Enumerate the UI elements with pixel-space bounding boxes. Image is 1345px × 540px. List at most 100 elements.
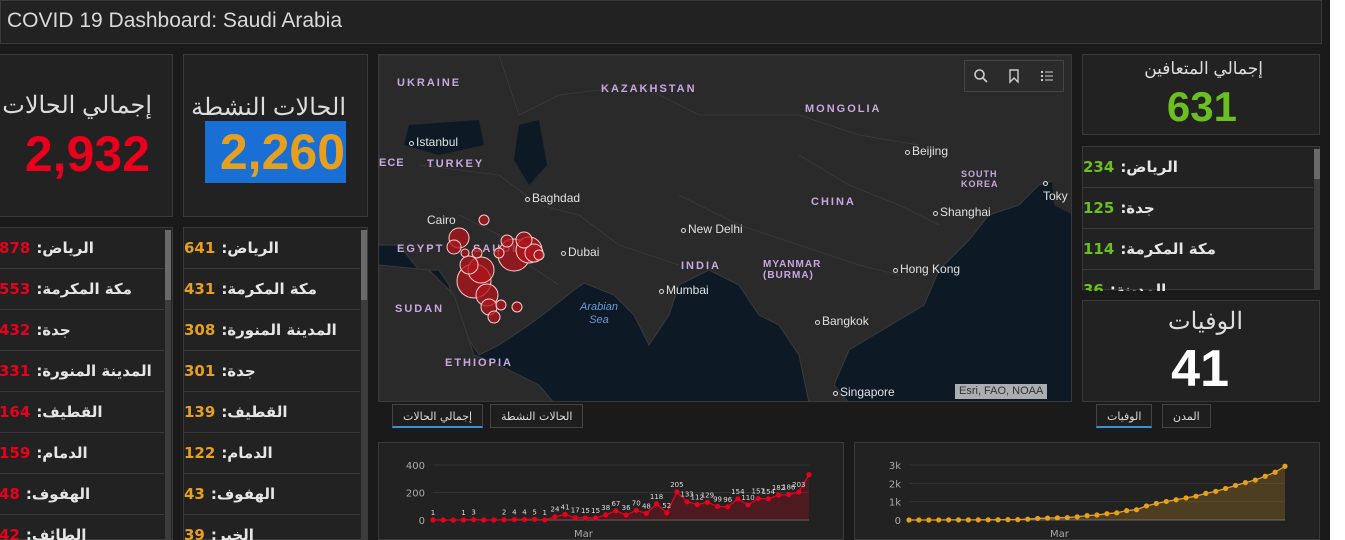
data-point[interactable] xyxy=(1025,516,1031,522)
data-point[interactable] xyxy=(955,517,962,523)
data-point[interactable] xyxy=(450,517,456,523)
data-point[interactable] xyxy=(1054,515,1061,521)
data-point[interactable] xyxy=(1213,488,1219,494)
data-point[interactable] xyxy=(460,517,467,523)
data-point[interactable] xyxy=(532,516,538,522)
region-row[interactable]: مكة المكرمة: 114 xyxy=(1083,229,1313,270)
data-point[interactable] xyxy=(1193,493,1199,499)
data-point[interactable] xyxy=(562,511,568,517)
active-cases-scroll-thumb[interactable] xyxy=(361,230,367,300)
region-row[interactable]: القطيف: 139 xyxy=(184,392,360,433)
data-point[interactable] xyxy=(796,489,802,495)
data-point[interactable] xyxy=(1163,498,1169,505)
data-point[interactable] xyxy=(745,502,751,508)
data-point[interactable] xyxy=(1074,514,1080,520)
region-row[interactable]: الطائف: 42 xyxy=(0,515,164,540)
data-point[interactable] xyxy=(633,507,639,513)
data-point[interactable] xyxy=(471,516,477,523)
data-point[interactable] xyxy=(1094,512,1100,518)
tab-total-cases[interactable]: إجمالي الحالات xyxy=(392,404,484,428)
data-point[interactable] xyxy=(491,517,497,523)
data-point[interactable] xyxy=(613,508,619,514)
data-point[interactable] xyxy=(603,512,609,518)
region-row[interactable]: المدينة: 36 xyxy=(1083,270,1313,291)
data-point[interactable] xyxy=(582,515,589,521)
data-point[interactable] xyxy=(511,516,517,523)
bookmark-icon[interactable] xyxy=(1003,65,1025,87)
region-row[interactable]: الرياض: 641 xyxy=(184,228,360,269)
map-attribution[interactable]: Esri, FAO, NOAA xyxy=(955,384,1048,399)
data-point[interactable] xyxy=(1183,495,1189,501)
region-row[interactable]: الهفوف: 48 xyxy=(0,474,164,515)
data-point[interactable] xyxy=(674,489,680,495)
data-point[interactable] xyxy=(643,510,650,516)
region-row[interactable]: جدة: 432 xyxy=(0,310,164,351)
data-point[interactable] xyxy=(916,517,922,523)
region-row[interactable]: الرياض: 878 xyxy=(0,228,164,269)
data-point[interactable] xyxy=(623,512,629,518)
recovered-scroll-thumb[interactable] xyxy=(1314,149,1320,179)
tab-cities[interactable]: المدن xyxy=(1162,404,1211,428)
data-point[interactable] xyxy=(735,496,741,502)
data-point[interactable] xyxy=(1252,477,1258,483)
data-point[interactable] xyxy=(906,517,912,523)
data-point[interactable] xyxy=(945,517,952,523)
data-point[interactable] xyxy=(704,499,710,505)
data-point[interactable] xyxy=(440,517,446,523)
data-point[interactable] xyxy=(1124,508,1130,514)
data-point[interactable] xyxy=(806,472,812,478)
data-point[interactable] xyxy=(995,517,1001,523)
data-point[interactable] xyxy=(926,517,932,523)
region-row[interactable]: الدمام: 122 xyxy=(184,433,360,474)
data-point[interactable] xyxy=(1242,480,1249,486)
data-point[interactable] xyxy=(592,515,599,521)
data-point[interactable] xyxy=(765,496,771,502)
region-row[interactable]: الهفوف: 43 xyxy=(184,474,360,515)
region-row[interactable]: الخبر: 39 xyxy=(184,515,360,540)
data-point[interactable] xyxy=(1064,514,1070,521)
data-point[interactable] xyxy=(1044,515,1051,521)
tab-active-cases[interactable]: الحالات النشطة xyxy=(490,404,584,428)
region-row[interactable]: المدينة المنورة: 331 xyxy=(0,351,164,392)
active-cases-region-list[interactable]: الرياض: 641 مكة المكرمة: 431 المدينة المنورة… xyxy=(184,228,360,540)
data-point[interactable] xyxy=(1104,511,1110,517)
data-point[interactable] xyxy=(501,517,507,523)
data-point[interactable] xyxy=(1035,515,1041,522)
data-point[interactable] xyxy=(430,517,436,523)
data-point[interactable] xyxy=(1015,517,1021,523)
data-point[interactable] xyxy=(1114,510,1120,516)
legend-list-icon[interactable] xyxy=(1036,65,1058,87)
map-view[interactable]: UKRAINE KAZAKHSTAN MONGOLIA TURKEY ECE C… xyxy=(378,54,1072,402)
data-point[interactable] xyxy=(1153,500,1159,507)
data-point[interactable] xyxy=(965,517,971,523)
data-point[interactable] xyxy=(775,492,782,498)
data-point[interactable] xyxy=(1223,485,1229,492)
data-point[interactable] xyxy=(1272,469,1278,475)
data-point[interactable] xyxy=(1084,513,1090,519)
total-cases-region-list[interactable]: الرياض: 878 مكة المكرمة: 553 جدة: 432 المدينة … xyxy=(0,228,164,540)
data-point[interactable] xyxy=(653,501,660,507)
data-point[interactable] xyxy=(975,517,981,523)
data-point[interactable] xyxy=(481,517,487,523)
region-row[interactable]: الرياض: 234 xyxy=(1083,147,1313,188)
data-point[interactable] xyxy=(664,510,670,516)
region-row[interactable]: جدة: 125 xyxy=(1083,188,1313,229)
data-point[interactable] xyxy=(714,503,721,509)
data-point[interactable] xyxy=(1262,473,1268,479)
region-row[interactable]: مكة المكرمة: 431 xyxy=(184,269,360,310)
data-point[interactable] xyxy=(552,514,558,520)
total-cases-scroll-thumb[interactable] xyxy=(165,230,171,300)
data-point[interactable] xyxy=(725,504,731,510)
region-row[interactable]: القطيف: 164 xyxy=(0,392,164,433)
region-row[interactable]: جدة: 301 xyxy=(184,351,360,392)
data-point[interactable] xyxy=(985,517,991,523)
data-point[interactable] xyxy=(1133,507,1140,513)
tab-deaths[interactable]: الوفيات xyxy=(1096,404,1153,428)
data-point[interactable] xyxy=(694,502,700,508)
data-point[interactable] xyxy=(542,517,548,523)
recovered-region-list[interactable]: الرياض: 234 جدة: 125 مكة المكرمة: 114 المدينة:… xyxy=(1083,147,1313,291)
data-point[interactable] xyxy=(755,495,761,502)
data-point[interactable] xyxy=(1143,503,1150,509)
search-icon[interactable] xyxy=(970,65,992,87)
data-point[interactable] xyxy=(786,491,792,498)
